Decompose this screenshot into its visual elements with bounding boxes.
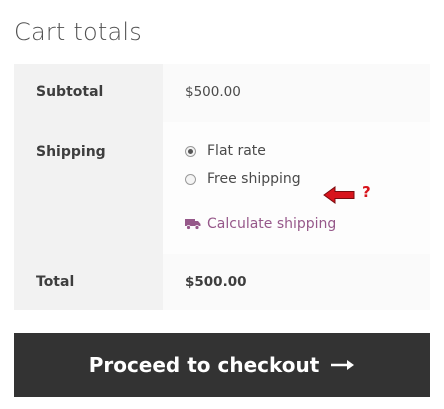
total-label: Total [36, 274, 75, 290]
total-header-cell: Total [14, 254, 163, 310]
arrow-right-icon [331, 360, 355, 370]
calculate-shipping-label: Calculate shipping [207, 216, 337, 232]
annotation-question-mark: ? [362, 183, 371, 201]
calculate-shipping-link[interactable]: Calculate shipping [185, 216, 336, 232]
page-title: Cart totals [14, 18, 142, 46]
total-value: $500.00 [185, 274, 247, 290]
subtotal-value: $500.00 [185, 84, 241, 100]
checkout-button-label: Proceed to checkout [88, 353, 320, 377]
subtotal-value-cell: $500.00 [163, 64, 430, 122]
arrow-left-icon [323, 186, 355, 204]
free-shipping-label: Free shipping [207, 171, 301, 187]
shipping-option-flat-rate[interactable]: Flat rate [185, 142, 266, 160]
subtotal-label: Subtotal [36, 84, 104, 100]
total-row: Total $500.00 [14, 254, 430, 310]
subtotal-row: Subtotal $500.00 [14, 64, 430, 122]
flat-rate-label: Flat rate [207, 143, 266, 159]
shipping-option-free-shipping[interactable]: Free shipping [185, 170, 301, 188]
shipping-header-cell: Shipping [14, 122, 163, 254]
shipping-row: Shipping Flat rate Free shipping ? Calcu… [14, 122, 430, 254]
free-shipping-radio[interactable] [185, 173, 196, 185]
subtotal-header-cell: Subtotal [14, 64, 163, 122]
total-value-cell: $500.00 [163, 254, 430, 310]
truck-icon [185, 219, 201, 230]
shipping-label: Shipping [36, 144, 106, 160]
shipping-value-cell: Flat rate Free shipping ? Calculate ship… [163, 122, 430, 254]
flat-rate-radio[interactable] [185, 145, 196, 157]
proceed-to-checkout-button[interactable]: Proceed to checkout [14, 333, 430, 397]
cart-totals-table: Subtotal $500.00 Shipping Flat rate Free… [14, 64, 430, 310]
